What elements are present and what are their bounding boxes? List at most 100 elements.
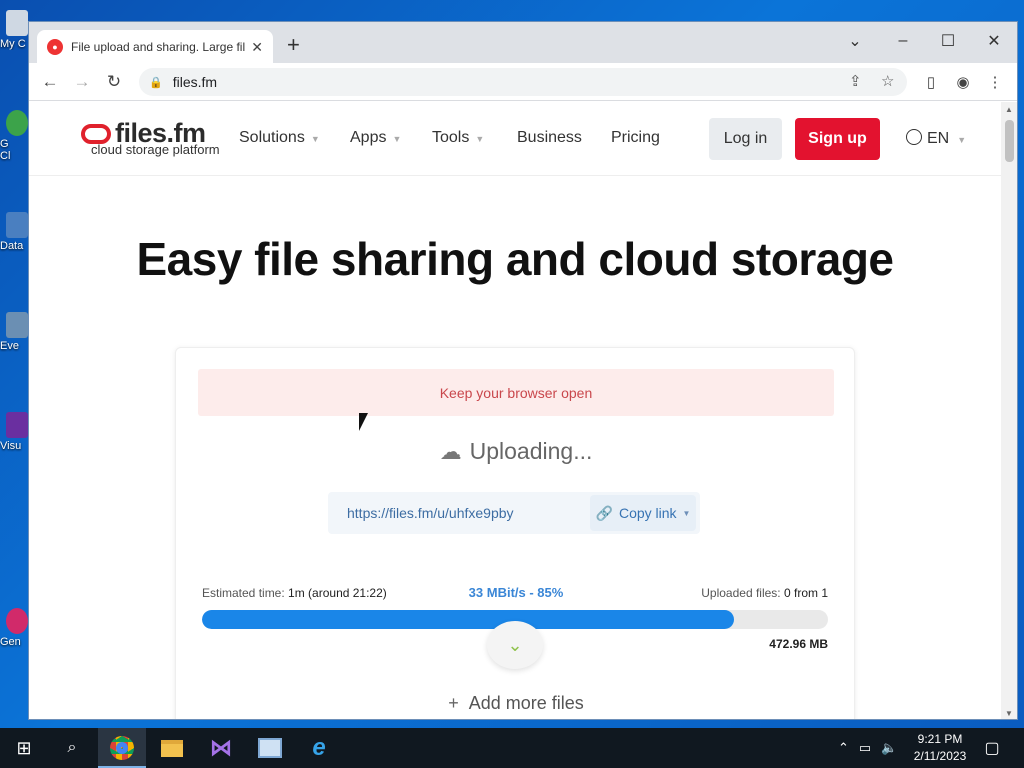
scroll-up-icon[interactable]: ▲ [1005,105,1013,114]
chevron-down-icon: ▼ [682,508,691,518]
clock-time: 9:21 PM [917,732,963,746]
desktop-icon-visual-studio[interactable]: Visu [0,412,28,452]
back-button[interactable]: ← [37,69,63,95]
nav-pricing[interactable]: Pricing [611,129,660,147]
desktop-icon-label: Eve [0,340,19,352]
server-manager-icon [258,738,282,758]
login-button[interactable]: Log in [709,118,782,160]
chevron-down-icon: ▼ [475,134,485,144]
chrome-icon [6,110,28,136]
desktop-icon-gen[interactable]: Gen [0,608,28,648]
chevron-down-icon: ⌄ [507,634,523,655]
shortcut-icon [6,312,28,338]
bookmark-star-icon[interactable]: ☆ [881,72,894,90]
new-tab-button[interactable]: + [287,31,300,59]
chevron-down-icon: ▼ [957,135,967,145]
language-selector[interactable]: EN ▼ [906,129,966,148]
desktop-icon-events[interactable]: Eve [0,312,28,352]
close-window-button[interactable]: ✕ [979,27,1009,55]
logo-tagline: cloud storage platform [91,142,220,157]
scrollbar-thumb[interactable] [1005,120,1014,162]
browser-titlebar: ● File upload and sharing. Large fil ✕ +… [29,22,1017,64]
start-button[interactable]: ⊞ [0,728,48,768]
add-more-files-button[interactable]: + Add more files [176,693,856,714]
chevron-down-icon: ▼ [392,134,402,144]
app-icon [6,608,28,634]
scroll-down-icon[interactable]: ▼ [1005,709,1013,718]
system-tray: ⌃ ▭ 🔈 [838,728,897,768]
taskbar-chrome[interactable] [98,728,146,768]
close-tab-icon[interactable]: ✕ [251,39,263,56]
browser-tab[interactable]: ● File upload and sharing. Large fil ✕ [37,30,273,64]
taskbar-clock[interactable]: 9:21 PM 2/11/2023 [900,731,980,765]
desktop-icon-my-computer[interactable]: My C [0,10,28,50]
taskbar-server-manager[interactable] [246,728,294,768]
uploaded-label: Uploaded files: [701,586,781,600]
network-icon[interactable]: ▭ [859,740,871,756]
notification-icon[interactable]: ▢ [980,734,1004,762]
tab-search-icon[interactable]: ⌄ [840,27,870,55]
uploaded-files: Uploaded files: 0 from 1 [701,586,828,600]
copy-link-button[interactable]: 🔗 Copy link ▼ [590,495,696,531]
volume-icon[interactable]: 🔈 [881,740,897,756]
nav-label: Apps [350,129,387,146]
windows-logo-icon: ⊞ [16,737,32,758]
desktop-icon-label: G [0,138,9,150]
desktop-icon-label: Cl [0,150,11,162]
mouse-cursor [359,413,368,431]
copy-link-label: Copy link [618,505,677,521]
shortcut-icon [6,212,28,238]
reload-button[interactable]: ↻ [101,69,127,95]
taskbar-file-explorer[interactable] [148,728,196,768]
nav-business[interactable]: Business [517,129,582,147]
desktop-icon-label: My C [0,38,26,50]
lock-icon: 🔒 [149,76,163,89]
clock-date: 2/11/2023 [913,749,967,763]
add-more-label: Add more files [468,693,584,713]
minimize-button[interactable]: – [888,27,918,55]
link-icon: 🔗 [595,504,613,521]
chevron-up-icon[interactable]: ⌃ [838,740,849,756]
language-label: EN [927,130,950,147]
plus-icon: + [448,693,459,713]
chevron-down-icon: ▼ [310,134,320,144]
page-scrollbar[interactable]: ▲ ▼ [1001,102,1017,719]
visual-studio-icon: ⋈ [210,735,232,760]
taskbar: ⊞ ⌕ ⋈ e ⌃ ▭ 🔈 9:21 PM 2/11/2023 ▢ [0,728,1024,768]
nav-label: Tools [432,129,470,146]
expand-details-button[interactable]: ⌄ [487,621,543,669]
share-link[interactable]: https://files.fm/u/uhfxe9pby [347,505,514,521]
globe-icon [906,129,922,145]
nav-solutions[interactable]: Solutions ▼ [239,129,320,147]
site-header: files.fm cloud storage platform Solution… [29,102,1001,176]
nav-apps[interactable]: Apps ▼ [350,129,401,147]
profile-avatar-icon[interactable]: ◉ [951,70,975,94]
maximize-button[interactable]: ☐ [933,27,963,55]
upload-status: ☁ Uploading... [176,438,856,465]
forward-button[interactable]: → [69,69,95,95]
nav-tools[interactable]: Tools ▼ [432,129,484,147]
web-page: files.fm cloud storage platform Solution… [29,102,1001,719]
taskbar-internet-explorer[interactable]: e [295,728,343,768]
browser-menu-icon[interactable]: ⋮ [983,70,1007,94]
upload-progress-fill [202,610,735,629]
internet-explorer-icon: e [312,734,326,761]
signup-button[interactable]: Sign up [795,118,880,160]
desktop-icon-chrome[interactable]: G Cl [0,110,28,162]
desktop-icon-label: Visu [0,440,22,452]
uploaded-value: 0 from 1 [783,586,828,600]
share-icon[interactable]: ⇪ [849,72,862,90]
search-button[interactable]: ⌕ [48,728,96,768]
share-link-box: https://files.fm/u/uhfxe9pby 🔗 Copy link ▼ [328,492,700,534]
nav-label: Pricing [611,129,660,146]
side-panel-icon[interactable]: ▯ [919,70,943,94]
search-icon: ⌕ [67,739,77,756]
nav-label: Business [517,129,582,146]
upload-size: 472.96 MB [769,637,828,651]
taskbar-visual-studio[interactable]: ⋈ [197,728,245,768]
desktop-icon-label: Data [0,240,24,252]
cloud-logo-icon [81,124,111,144]
address-bar[interactable]: 🔒 files.fm ⇪ ☆ [139,68,907,96]
desktop-icon-data[interactable]: Data [0,212,28,252]
upload-status-text: Uploading... [469,438,593,464]
